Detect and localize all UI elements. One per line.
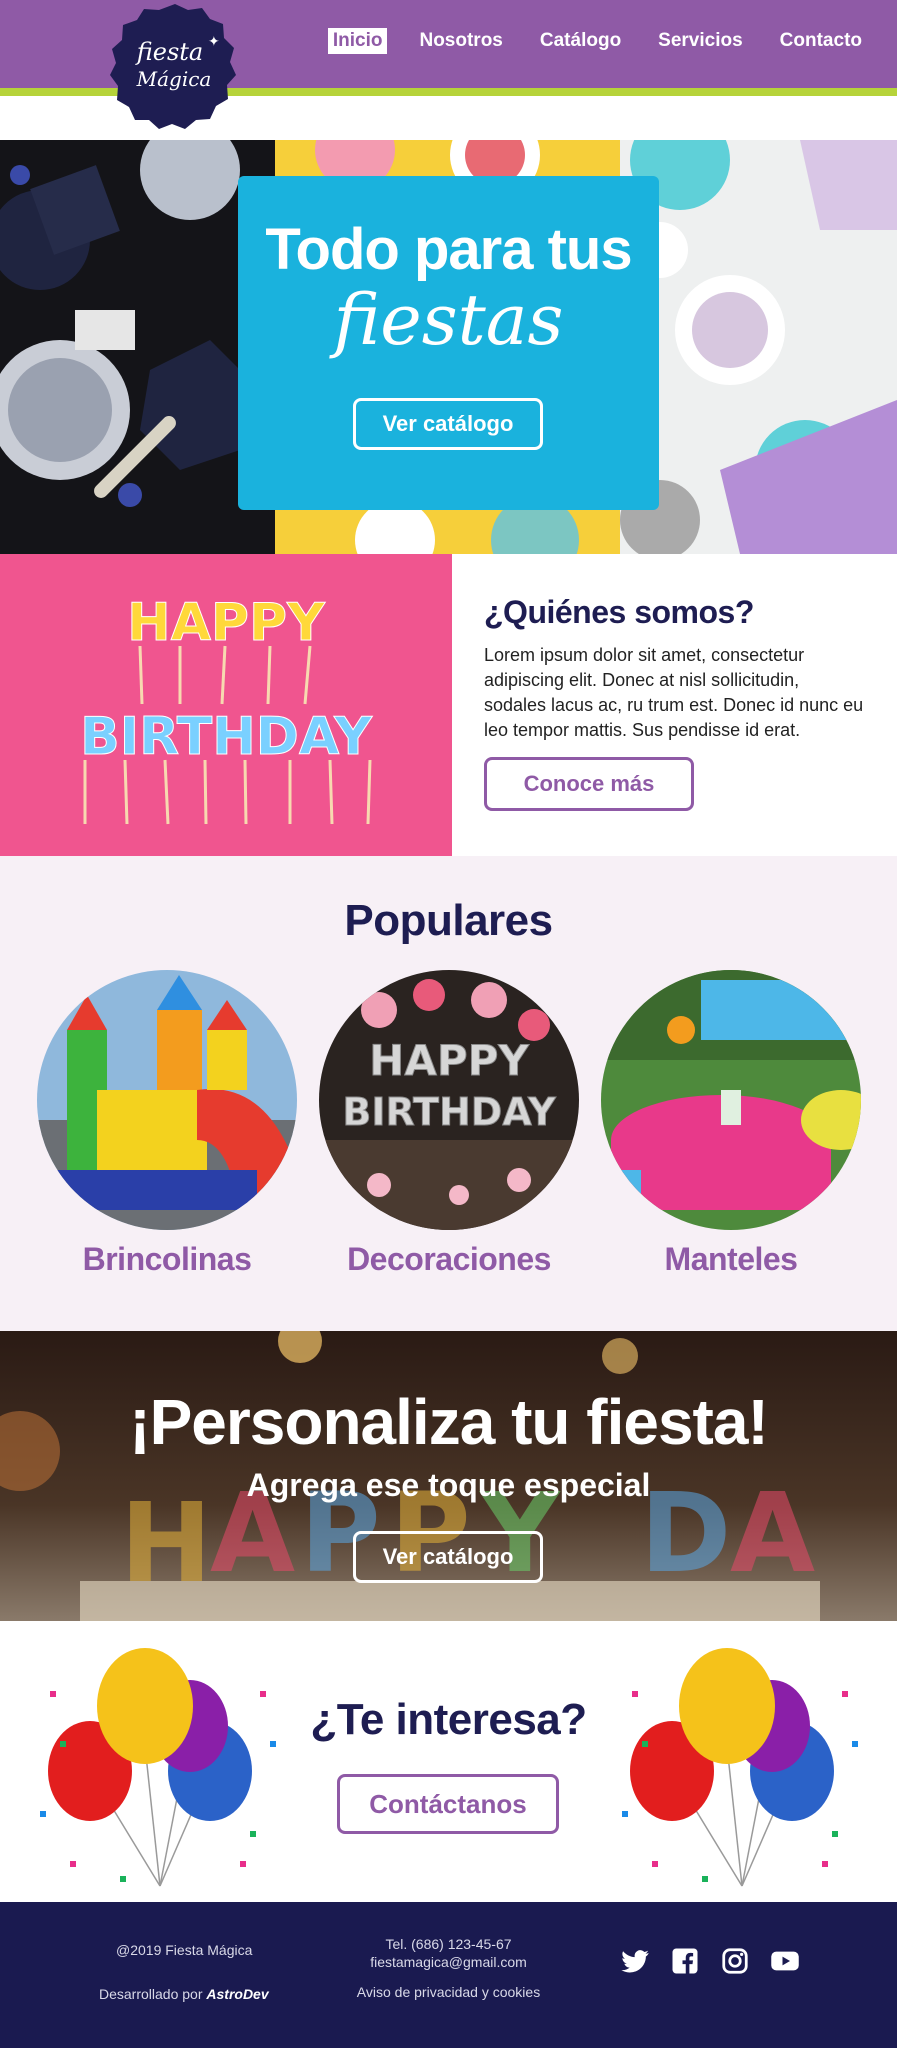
logo-text-fiesta: fiesta bbox=[135, 38, 203, 66]
balloons-right-image bbox=[622, 1648, 858, 1887]
nav-inicio[interactable]: Inicio bbox=[327, 28, 388, 54]
popular-label-decoraciones[interactable]: Decoraciones bbox=[319, 1241, 579, 1278]
nav-catalogo[interactable]: Catálogo bbox=[535, 28, 626, 54]
decoraciones-image[interactable]: HAPPY BIRTHDAY bbox=[319, 970, 579, 1230]
site-footer: @2019 Fiesta Mágica Desarrollado por Ast… bbox=[0, 1902, 897, 2048]
candles-birthday-text: BIRTHDAY bbox=[80, 707, 373, 767]
logo-text-magica: Mágica bbox=[136, 67, 212, 91]
popular-label-manteles[interactable]: Manteles bbox=[601, 1241, 861, 1278]
cta-title: ¿Te interesa? bbox=[310, 1695, 587, 1744]
nav-contacto[interactable]: Contacto bbox=[775, 28, 867, 54]
about-text-block: ¿Quiénes somos? Lorem ipsum dolor sit am… bbox=[484, 594, 864, 811]
about-more-button[interactable]: Conoce más bbox=[484, 757, 694, 811]
hero-title-script: fiestas bbox=[333, 279, 564, 361]
logo-sparkle-icon: ✦ bbox=[208, 33, 220, 49]
facebook-icon[interactable] bbox=[670, 1946, 700, 1976]
contact-cta-section: ¿Te interesa? Contáctanos bbox=[0, 1621, 897, 1902]
about-body: Lorem ipsum dolor sit amet, consectetur … bbox=[484, 645, 864, 740]
popular-title: Populares bbox=[344, 896, 553, 945]
banner-subtitle: Agrega ese toque especial bbox=[246, 1467, 651, 1503]
instagram-icon[interactable] bbox=[720, 1946, 750, 1976]
banner-title: ¡Personaliza tu fiesta! bbox=[129, 1386, 769, 1458]
hero-image-space-tableware bbox=[0, 140, 275, 554]
twitter-icon[interactable] bbox=[620, 1946, 650, 1976]
youtube-icon[interactable] bbox=[770, 1946, 800, 1976]
banner-catalog-button[interactable]: Ver catálogo bbox=[353, 1531, 543, 1583]
hero-section: Todo para tus fiestas Ver catálogo bbox=[0, 140, 897, 554]
balloon-happy-text: HAPPY bbox=[369, 1036, 529, 1085]
footer-privacy-link[interactable]: Aviso de privacidad y cookies bbox=[0, 1984, 897, 2000]
hero-title: Todo para tus bbox=[265, 217, 632, 282]
popular-label-brincolinas[interactable]: Brincolinas bbox=[37, 1241, 297, 1278]
fiesta-magica-logo[interactable]: fiesta Mágica ✦ bbox=[110, 2, 240, 130]
social-links bbox=[620, 1946, 800, 1976]
candles-happy-text: HAPPY bbox=[127, 593, 326, 653]
balloons-left-image bbox=[40, 1648, 276, 1887]
popular-section: Populares Brincolinas HAPPY BIRTHDAY Dec… bbox=[0, 856, 897, 1331]
popular-item-decoraciones[interactable]: HAPPY BIRTHDAY Decoraciones bbox=[319, 970, 579, 1278]
balloon-birthday-text: BIRTHDAY bbox=[342, 1090, 556, 1134]
personaliza-banner: H A P P Y D A ¡Personaliza tu fiesta! Ag… bbox=[0, 1331, 897, 1621]
hero-catalog-button[interactable]: Ver catálogo bbox=[353, 398, 543, 450]
main-nav: Inicio Nosotros Catálogo Servicios Conta… bbox=[327, 28, 867, 54]
about-title: ¿Quiénes somos? bbox=[484, 594, 754, 630]
nav-servicios[interactable]: Servicios bbox=[653, 28, 748, 54]
manteles-image[interactable] bbox=[601, 970, 881, 1230]
birthday-candles-image: HAPPY BIRTHDAY bbox=[0, 554, 452, 856]
popular-item-brincolinas[interactable]: Brincolinas bbox=[37, 970, 297, 1278]
popular-item-manteles[interactable]: Manteles bbox=[601, 970, 881, 1278]
about-section: HAPPY BIRTHDAY ¿Quiénes somos? Lorem ips… bbox=[0, 554, 897, 856]
hero-callout-box: Todo para tus fiestas Ver catálogo bbox=[238, 176, 659, 510]
nav-nosotros[interactable]: Nosotros bbox=[414, 28, 507, 54]
brincolinas-image[interactable] bbox=[37, 970, 297, 1230]
contact-button[interactable]: Contáctanos bbox=[337, 1774, 559, 1834]
hero-image-pastel-tableware bbox=[620, 140, 897, 554]
